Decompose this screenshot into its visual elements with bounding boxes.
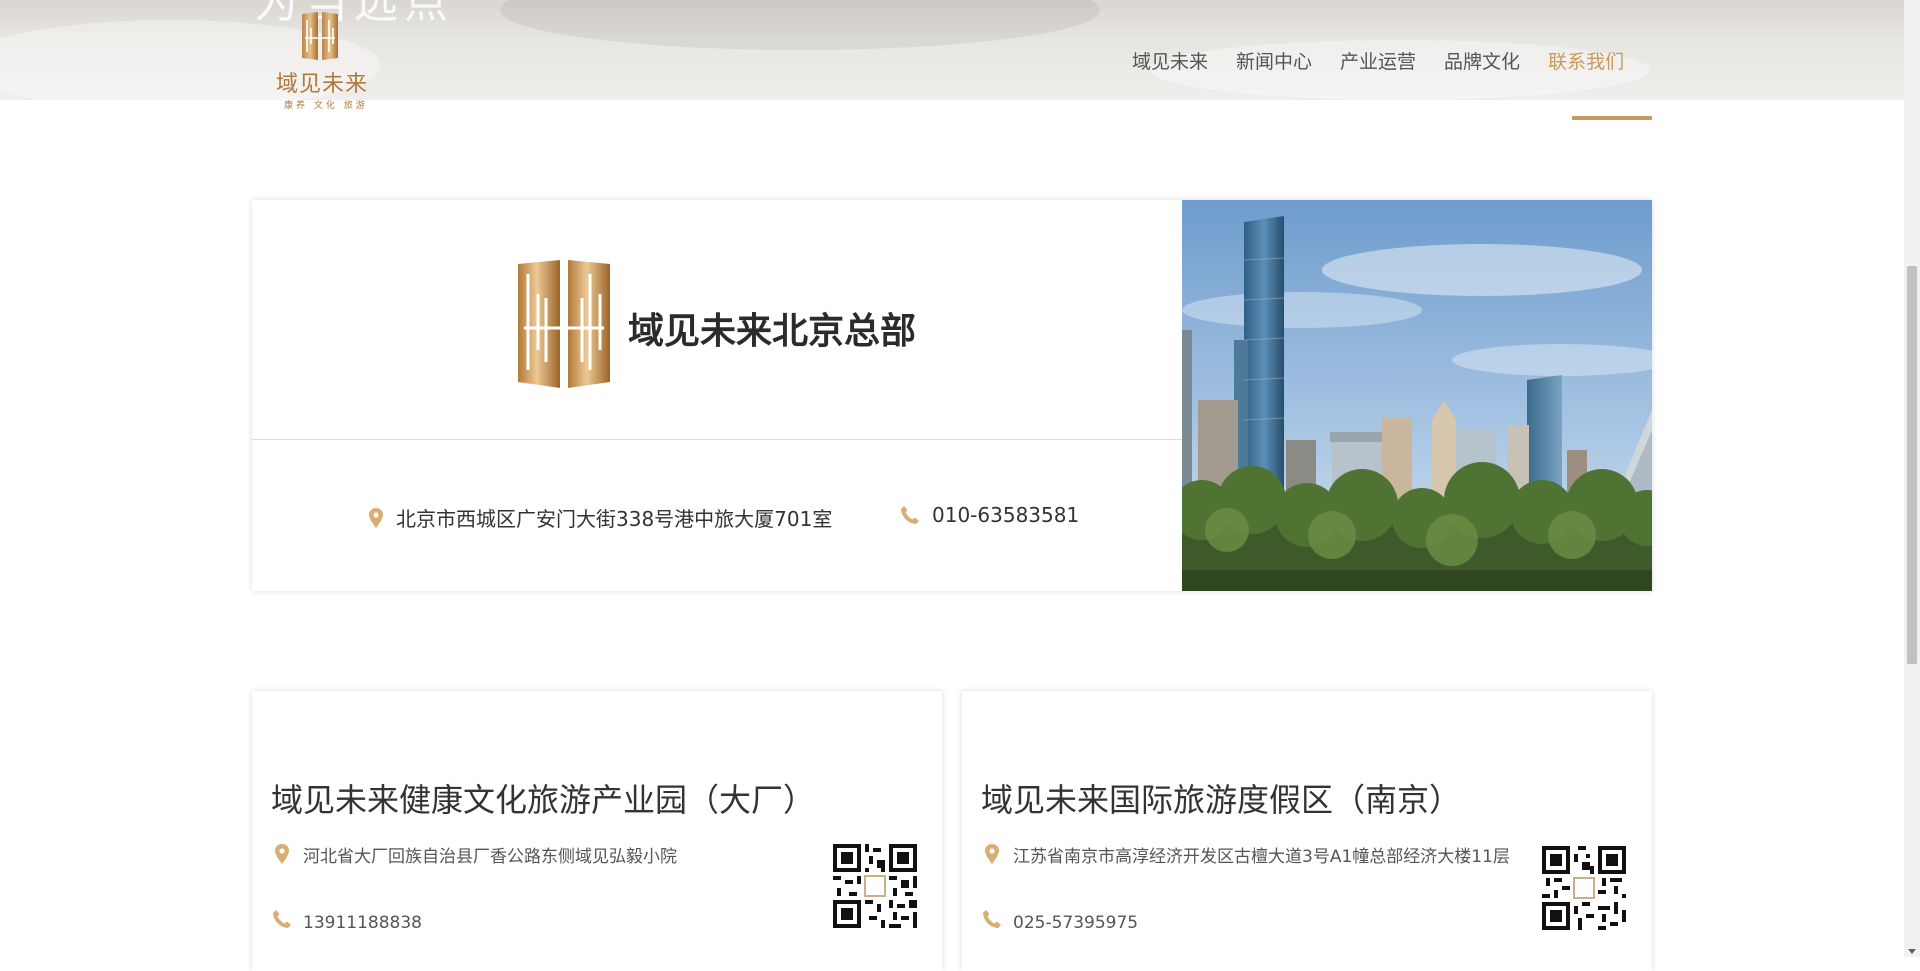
- qr-code-icon: [833, 844, 917, 928]
- main-nav: 域见未来 新闻中心 产业运营 品牌文化 联系我们: [1132, 47, 1624, 74]
- nav-item-industry-operations[interactable]: 产业运营: [1340, 47, 1416, 74]
- branch-title: 域见未来健康文化旅游产业园（大厂）: [271, 780, 816, 819]
- headquarters-card: 域见未来北京总部 北京市西城区广安门大街338号港中旅大厦701室 010-63…: [252, 200, 1652, 591]
- branch-address-text: 江苏省南京市高淳经济开发区古檀大道3号A1幢总部经济大楼11层: [1013, 847, 1510, 867]
- scrollbar-thumb[interactable]: [1907, 266, 1917, 664]
- city-skyline-image: [1182, 200, 1652, 591]
- headquarters-title: 域见未来北京总部: [628, 311, 917, 352]
- logo-tagline: 康养 文化 旅游: [284, 101, 368, 111]
- branch-address: 河北省大厂回族自治县厂香公路东侧域见弘毅小院: [271, 843, 831, 871]
- nav-item-news-center[interactable]: 新闻中心: [1236, 47, 1312, 74]
- brand-emblem-icon: [518, 260, 610, 388]
- branch-phone: 025-57395975: [981, 909, 1138, 937]
- headquarters-phone-text: 010-63583581: [932, 503, 1080, 527]
- location-pin-icon: [275, 844, 289, 864]
- logo-wordmark: 域见未来: [276, 72, 369, 97]
- branch-card-nanjing: 域见未来国际旅游度假区（南京） 江苏省南京市高淳经济开发区古檀大道3号A1幢总部…: [962, 691, 1652, 971]
- phone-icon: [273, 910, 291, 928]
- branch-phone: 13911188838: [271, 909, 422, 937]
- headquarters-address: 北京市西城区广安门大街338号港中旅大厦701室: [368, 503, 832, 532]
- headquarters-address-text: 北京市西城区广安门大街338号港中旅大厦701室: [396, 507, 833, 531]
- page-scrollbar[interactable]: [1904, 0, 1920, 957]
- nav-active-indicator: [1572, 116, 1652, 120]
- branch-address: 江苏省南京市高淳经济开发区古檀大道3号A1幢总部经济大楼11层: [981, 843, 1511, 871]
- phone-icon: [901, 506, 919, 524]
- branch-address-text: 河北省大厂回族自治县厂香公路东侧域见弘毅小院: [303, 847, 677, 867]
- scroll-down-arrow-icon[interactable]: [1908, 949, 1916, 954]
- branch-phone-text: 13911188838: [303, 913, 422, 933]
- site-logo[interactable]: 域见未来 康养 文化 旅游: [274, 10, 367, 111]
- nav-item-contact-us[interactable]: 联系我们: [1548, 47, 1624, 74]
- headquarters-header: 域见未来北京总部: [252, 200, 1182, 440]
- logo-emblem-icon: [302, 12, 338, 60]
- branch-title: 域见未来国际旅游度假区（南京）: [981, 780, 1462, 819]
- qr-code-icon: [1542, 846, 1626, 930]
- phone-icon: [983, 910, 1001, 928]
- branch-phone-text: 025-57395975: [1013, 913, 1139, 933]
- hero-texture: [500, 0, 1100, 50]
- nav-item-yujian-future[interactable]: 域见未来: [1132, 47, 1208, 74]
- branch-card-dachang: 域见未来健康文化旅游产业园（大厂） 河北省大厂回族自治县厂香公路东侧域见弘毅小院…: [252, 691, 942, 971]
- location-pin-icon: [985, 844, 999, 864]
- headquarters-phone: 010-63583581: [900, 503, 1079, 527]
- location-pin-icon: [369, 507, 383, 528]
- headquarters-city-photo: [1182, 200, 1652, 591]
- nav-item-brand-culture[interactable]: 品牌文化: [1444, 47, 1520, 74]
